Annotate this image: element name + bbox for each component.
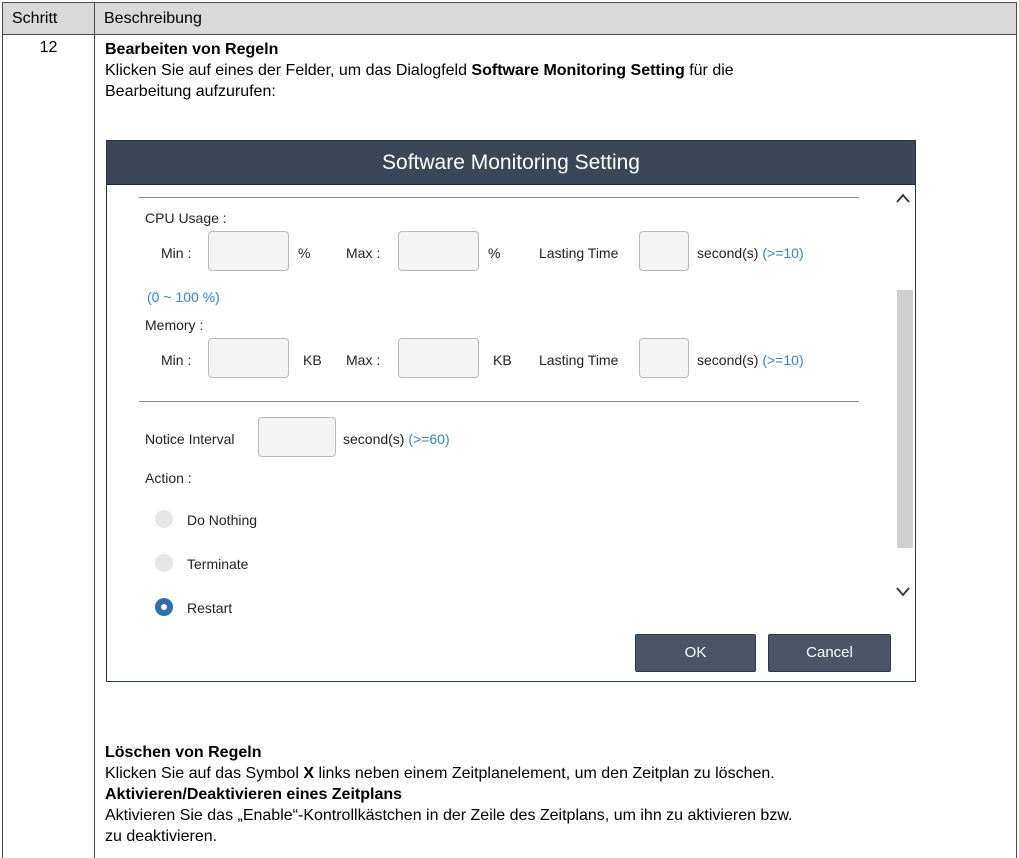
- header-description: Beschreibung: [94, 2, 1017, 35]
- dialog-title: Software Monitoring Setting: [107, 141, 915, 185]
- delete-rules-text: Klicken Sie auf das Symbol X links neben…: [105, 763, 775, 784]
- memory-lasting-time-unit: second(s) (>=10): [697, 350, 804, 371]
- divider: [139, 197, 859, 198]
- memory-label: Memory :: [145, 317, 204, 333]
- radio-label-do-nothing: Do Nothing: [187, 512, 258, 528]
- procedure-table: Schritt Beschreibung 12 Bearbeiten von R…: [2, 2, 1017, 858]
- edit-rules-text-line1: Klicken Sie auf eines der Felder, um das…: [105, 60, 734, 81]
- seconds-text: second(s): [697, 245, 759, 261]
- cpu-max-label: Max :: [346, 245, 381, 261]
- header-step: Schritt: [2, 2, 95, 35]
- divider: [139, 401, 859, 402]
- scroll-up-icon[interactable]: [896, 193, 910, 203]
- hint-text: (>=10): [762, 245, 804, 261]
- seconds-text: second(s): [697, 352, 759, 368]
- description-cell: Bearbeiten von Regeln Klicken Sie auf ei…: [94, 34, 1017, 858]
- scroll-down-icon[interactable]: [896, 587, 910, 597]
- hint-text: (>=10): [762, 352, 804, 368]
- text-span: links neben einem Zeitplanelement, um de…: [314, 765, 775, 782]
- memory-lasting-time-input[interactable]: [639, 338, 689, 378]
- radio-label-restart: Restart: [187, 600, 233, 616]
- step-number: 12: [2, 34, 95, 858]
- text-span: Klicken Sie auf das Symbol: [105, 765, 304, 782]
- radio-label-terminate: Terminate: [187, 556, 249, 572]
- cpu-max-unit: %: [488, 245, 501, 261]
- cancel-button[interactable]: Cancel: [768, 634, 891, 672]
- memory-lasting-time-label: Lasting Time: [539, 352, 619, 368]
- enable-schedule-text-line1: Aktivieren Sie das „Enable“-Kontrollkäst…: [105, 807, 793, 824]
- memory-min-label: Min :: [161, 352, 192, 368]
- cpu-min-input[interactable]: [208, 231, 289, 271]
- seconds-text: second(s): [343, 431, 405, 447]
- software-monitoring-dialog: Software Monitoring Setting CPU Usage : …: [106, 140, 916, 682]
- notice-interval-unit: second(s) (>=60): [343, 429, 450, 450]
- notice-interval-label: Notice Interval: [145, 431, 235, 447]
- radio-restart[interactable]: [155, 598, 173, 616]
- action-label: Action :: [145, 470, 192, 486]
- ok-button[interactable]: OK: [635, 634, 756, 672]
- cpu-lasting-time-input[interactable]: [639, 231, 689, 271]
- scrollbar-thumb[interactable]: [897, 290, 913, 548]
- text-span: für die: [684, 62, 734, 79]
- memory-max-label: Max :: [346, 352, 381, 368]
- hint-text: (>=60): [408, 431, 450, 447]
- section-heading-delete-rules: Löschen von Regeln: [105, 744, 262, 761]
- memory-min-unit: KB: [303, 352, 322, 368]
- memory-max-input[interactable]: [398, 338, 479, 378]
- dialog-body: CPU Usage : Min : % Max : % Lasting Time…: [107, 185, 915, 682]
- radio-do-nothing[interactable]: [155, 510, 173, 528]
- memory-max-unit: KB: [493, 352, 512, 368]
- cpu-max-input[interactable]: [398, 231, 479, 271]
- cpu-lasting-time-unit: second(s) (>=10): [697, 243, 804, 264]
- radio-terminate[interactable]: [155, 554, 173, 572]
- edit-rules-text-line2: Bearbeitung aufzurufen:: [105, 83, 276, 100]
- cpu-min-unit: %: [298, 245, 311, 261]
- cpu-lasting-time-label: Lasting Time: [539, 245, 619, 261]
- cpu-usage-label: CPU Usage :: [145, 210, 227, 226]
- enable-schedule-text-line2: zu deaktivieren.: [105, 828, 218, 845]
- section-heading-enable-schedule: Aktivieren/Deaktivieren eines Zeitplans: [105, 786, 403, 803]
- table-row: 12 Bearbeiten von Regeln Klicken Sie auf…: [2, 34, 1017, 858]
- text-span: Klicken Sie auf eines der Felder, um das…: [105, 62, 472, 79]
- memory-min-input[interactable]: [208, 338, 289, 378]
- section-heading-edit-rules: Bearbeiten von Regeln: [105, 41, 279, 58]
- dialog-name-bold: Software Monitoring Setting: [471, 62, 685, 79]
- cpu-range-hint: (0 ~ 100 %): [147, 289, 220, 305]
- cpu-min-label: Min :: [161, 245, 192, 261]
- x-symbol-bold: X: [303, 765, 314, 782]
- table-header-row: Schritt Beschreibung: [2, 2, 1017, 35]
- notice-interval-input[interactable]: [258, 417, 336, 457]
